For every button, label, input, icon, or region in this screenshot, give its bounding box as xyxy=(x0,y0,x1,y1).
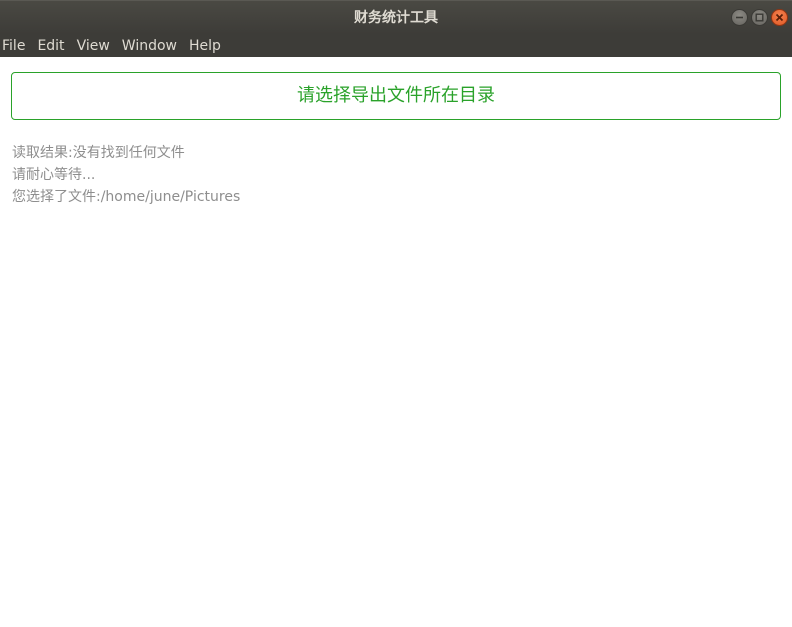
log-line-please-wait: 请耐心等待... xyxy=(12,167,96,183)
maximize-icon xyxy=(755,13,764,22)
title-bar[interactable]: 财务统计工具 xyxy=(0,0,792,34)
menu-window[interactable]: Window xyxy=(122,38,177,54)
menu-edit[interactable]: Edit xyxy=(37,38,64,54)
window-controls xyxy=(731,9,788,26)
menu-bar: File Edit View Window Help xyxy=(0,34,792,57)
close-button[interactable] xyxy=(771,9,788,26)
menu-file[interactable]: File xyxy=(2,38,25,54)
maximize-button[interactable] xyxy=(751,9,768,26)
menu-help[interactable]: Help xyxy=(189,38,221,54)
log-line-selected-file: 您选择了文件:/home/june/Pictures xyxy=(12,189,241,205)
close-icon xyxy=(775,13,784,22)
select-export-directory-button[interactable]: 请选择导出文件所在目录 xyxy=(11,72,781,120)
log-line-read-result: 读取结果:没有找到任何文件 xyxy=(12,145,185,161)
minimize-icon xyxy=(736,16,743,19)
menu-view[interactable]: View xyxy=(77,38,110,54)
app-window: 财务统计工具 File Edit View Window Help 请选择导出文… xyxy=(0,0,792,627)
minimize-button[interactable] xyxy=(731,9,748,26)
window-title: 财务统计工具 xyxy=(354,10,438,26)
status-log: 读取结果:没有找到任何文件 请耐心等待... 您选择了文件:/home/june… xyxy=(12,142,240,208)
main-content: 请选择导出文件所在目录 读取结果:没有找到任何文件 请耐心等待... 您选择了文… xyxy=(0,57,792,627)
